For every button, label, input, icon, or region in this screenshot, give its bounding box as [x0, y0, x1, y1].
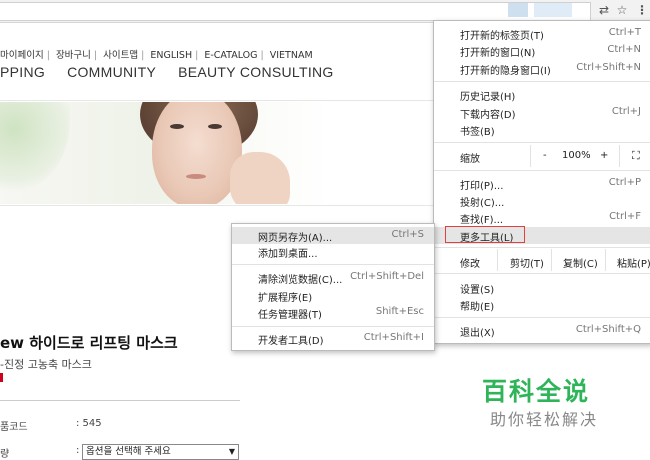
leaf-decoration — [0, 102, 70, 192]
more-vert-icon[interactable]: ⋮ — [634, 2, 650, 18]
menu-separator — [434, 81, 650, 82]
edit-divider — [551, 249, 552, 271]
paste-button[interactable]: 粘贴(P) — [617, 255, 650, 270]
util-link-english[interactable]: ENGLISH — [150, 50, 192, 61]
zoom-in-button[interactable]: + — [600, 150, 608, 161]
zoom-level: 100% — [562, 150, 591, 161]
watermark-slogan: 助你轻松解决 — [490, 410, 599, 429]
menu-item-cast[interactable]: 投射(C)... — [434, 194, 650, 210]
menu-separator — [434, 247, 650, 248]
address-bar[interactable] — [0, 2, 591, 21]
zoom-out-button[interactable]: - — [543, 150, 547, 161]
submenu-item-save-page[interactable]: 网页另存为(A)... Ctrl+S — [232, 227, 434, 244]
nav-beauty-consulting[interactable]: BEAUTY CONSULTING — [178, 64, 334, 80]
product-code-value: : 545 — [76, 418, 102, 429]
dropdown-arrow-icon: ▼ — [228, 447, 235, 456]
option-label: 량 — [0, 449, 10, 460]
menu-item-new-tab[interactable]: 打开新的标签页(T) Ctrl+T — [434, 27, 650, 43]
product-subtitle: -진정 고농축 마스크 — [0, 358, 92, 371]
star-icon[interactable]: ☆ — [614, 2, 630, 18]
option-colon: : — [76, 445, 80, 456]
divider — [0, 100, 440, 101]
menu-item-find[interactable]: 查找(F)... Ctrl+F — [434, 211, 650, 227]
zoom-divider — [530, 145, 531, 167]
blurred-region — [534, 3, 572, 17]
model-eye — [208, 124, 222, 129]
menu-item-new-incognito[interactable]: 打开新的隐身窗口(I) Ctrl+Shift+N — [434, 62, 650, 78]
fullscreen-icon[interactable]: ⛶ — [632, 149, 640, 163]
submenu-item-clear-data[interactable]: 清除浏览数据(C)... Ctrl+Shift+Del — [232, 271, 434, 287]
util-link-vietnam[interactable]: VIETNAM — [270, 50, 313, 61]
option-select-value: 옵션을 선택해 주세요 — [86, 446, 171, 457]
product-code-label: 품코드 — [0, 422, 28, 433]
option-select[interactable]: 옵션을 선택해 주세요 ▼ — [82, 444, 239, 460]
chrome-main-menu: 打开新的标签页(T) Ctrl+T 打开新的窗口(N) Ctrl+N 打开新的隐身窗… — [433, 20, 650, 344]
divider — [0, 205, 440, 206]
copy-button[interactable]: 复制(C) — [563, 255, 598, 270]
nav-community[interactable]: COMMUNITY — [67, 64, 156, 80]
menu-separator — [232, 264, 434, 265]
blurred-region — [508, 3, 528, 17]
submenu-item-add-to-desktop[interactable]: 添加到桌面... — [232, 245, 434, 261]
highlight-box — [445, 226, 525, 243]
hero-banner[interactable] — [0, 102, 440, 204]
submenu-item-dev-tools[interactable]: 开发者工具(D) Ctrl+Shift+I — [232, 332, 434, 348]
model-hand — [230, 152, 290, 204]
menu-item-help[interactable]: 帮助(E) — [434, 298, 650, 314]
cut-button[interactable]: 剪切(T) — [510, 255, 544, 270]
price-marker — [0, 373, 3, 382]
model-face — [152, 102, 242, 204]
edit-divider — [605, 249, 606, 271]
watermark-brand: 百科全说 — [482, 377, 591, 406]
menu-item-bookmarks[interactable]: 书签(B) — [434, 123, 650, 139]
menu-item-history[interactable]: 历史记录(H) — [434, 88, 650, 104]
menu-item-downloads[interactable]: 下载内容(D) Ctrl+J — [434, 106, 650, 122]
menu-item-exit[interactable]: 退出(X) Ctrl+Shift+Q — [434, 324, 650, 340]
utility-links: 마이페이지 | 장바구니 | 사이트맵 | ENGLISH | E-CATALOG | V… — [0, 50, 313, 61]
menu-separator — [434, 273, 650, 274]
menu-item-settings[interactable]: 设置(S) — [434, 281, 650, 297]
util-link-ecatalog[interactable]: E-CATALOG — [204, 50, 257, 61]
product-title: ew 하이드로 리프팅 마스크 — [0, 334, 178, 352]
util-link-cart[interactable]: 장바구니 — [56, 50, 91, 61]
menu-separator — [232, 326, 434, 327]
submenu-item-task-manager[interactable]: 任务管理器(T) Shift+Esc — [232, 306, 434, 322]
model-mouth — [186, 174, 206, 179]
util-link-sitemap[interactable]: 사이트맵 — [103, 50, 138, 61]
menu-separator — [434, 317, 650, 318]
translate-icon[interactable]: ⇄ — [596, 2, 612, 18]
model-eye — [170, 124, 184, 129]
main-nav: PPING COMMUNITY BEAUTY CONSULTING — [0, 64, 356, 80]
menu-item-print[interactable]: 打印(P)... Ctrl+P — [434, 177, 650, 193]
divider — [0, 400, 240, 401]
util-link-mypage[interactable]: 마이페이지 — [0, 50, 44, 61]
edit-divider — [497, 249, 498, 271]
zoom-divider — [619, 145, 620, 167]
menu-separator — [434, 142, 650, 143]
menu-item-new-window[interactable]: 打开新的窗口(N) Ctrl+N — [434, 44, 650, 60]
submenu-item-extensions[interactable]: 扩展程序(E) — [232, 289, 434, 305]
more-tools-submenu: 网页另存为(A)... Ctrl+S 添加到桌面... 清除浏览数据(C)... C… — [231, 223, 435, 351]
menu-separator — [434, 170, 650, 171]
menu-item-zoom: 缩放 — [460, 154, 480, 165]
nav-shopping[interactable]: PPING — [0, 64, 45, 80]
